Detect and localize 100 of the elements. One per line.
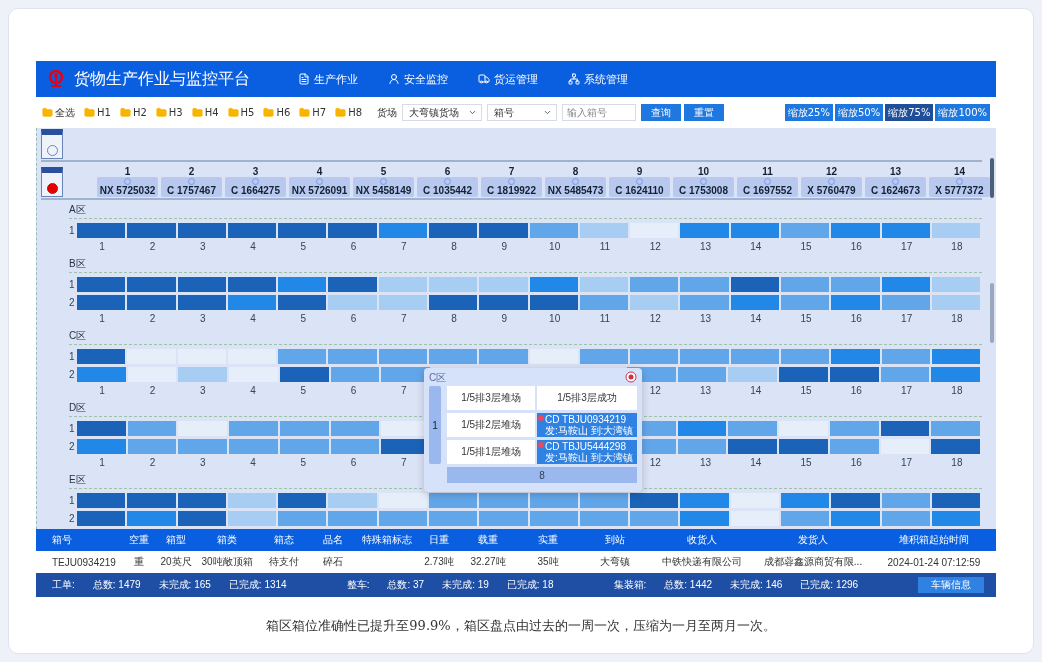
slot-cell[interactable]: [579, 511, 629, 526]
slot-cell[interactable]: [328, 511, 377, 526]
slot-cell[interactable]: [77, 223, 126, 238]
slot-cell[interactable]: [881, 511, 930, 526]
slot-cell[interactable]: [831, 511, 880, 526]
slot-cell[interactable]: [831, 277, 880, 292]
slot-cell[interactable]: [728, 367, 778, 382]
slot-cell[interactable]: [630, 493, 679, 508]
slot-cell[interactable]: [378, 295, 427, 310]
wagon-card[interactable]: NX 5726091: [289, 177, 350, 197]
slot-cell[interactable]: [780, 295, 830, 310]
slot-cell[interactable]: [931, 277, 981, 292]
slot-cell[interactable]: [881, 295, 930, 310]
slot-cell[interactable]: [780, 277, 830, 292]
slot-cell[interactable]: [831, 223, 880, 238]
action-button[interactable]: 重置: [684, 104, 725, 121]
slot-cell[interactable]: [680, 223, 729, 238]
slot-cell[interactable]: [227, 349, 277, 364]
slot-cell[interactable]: [880, 439, 930, 454]
slot-cell[interactable]: [677, 367, 727, 382]
slot-cell[interactable]: [428, 493, 478, 508]
slot-cell[interactable]: [630, 295, 679, 310]
slot-cell[interactable]: [630, 223, 679, 238]
slot-cell[interactable]: [479, 295, 528, 310]
slot-cell[interactable]: [77, 439, 126, 454]
slot-cell[interactable]: [77, 277, 126, 292]
slot-cell[interactable]: [279, 421, 329, 436]
slot-cell[interactable]: [378, 277, 427, 292]
slot-cell[interactable]: [479, 223, 528, 238]
folder-item[interactable]: H3: [155, 107, 183, 118]
slot-cell[interactable]: [127, 295, 176, 310]
slot-cell[interactable]: [428, 295, 478, 310]
slot-cell[interactable]: [428, 223, 478, 238]
slot-cell[interactable]: [428, 511, 478, 526]
folder-item[interactable]: 全选: [42, 105, 75, 120]
slot-cell[interactable]: [330, 439, 380, 454]
yard-select[interactable]: 大弯镇货场: [402, 104, 483, 121]
slot-cell[interactable]: [931, 511, 981, 526]
slot-cell[interactable]: [630, 277, 679, 292]
slot-cell[interactable]: [881, 277, 930, 292]
slot-cell[interactable]: [378, 223, 427, 238]
zoom-button[interactable]: 缩放75%: [885, 104, 934, 121]
slot-cell[interactable]: [178, 367, 228, 382]
slot-cell[interactable]: [677, 439, 727, 454]
wagon-card[interactable]: NX 5458149: [353, 177, 414, 197]
slot-cell[interactable]: [780, 223, 830, 238]
column-bar[interactable]: 1: [429, 386, 441, 464]
slot-cell[interactable]: [278, 511, 327, 526]
slot-cell[interactable]: [479, 493, 528, 508]
slot-cell[interactable]: [881, 349, 930, 364]
slot-cell[interactable]: [730, 295, 779, 310]
folder-item[interactable]: H4: [191, 107, 219, 118]
slot-cell[interactable]: [780, 493, 830, 508]
slot-cell[interactable]: [77, 421, 126, 436]
slot-cell[interactable]: [779, 367, 828, 382]
slot-cell[interactable]: [428, 277, 478, 292]
slot-cell[interactable]: [278, 493, 327, 508]
slot-cell[interactable]: [278, 349, 327, 364]
slot-cell[interactable]: [579, 223, 629, 238]
slot-cell[interactable]: [529, 277, 578, 292]
slot-cell[interactable]: [227, 493, 277, 508]
slot-cell[interactable]: [931, 367, 980, 382]
slot-cell[interactable]: [831, 493, 880, 508]
slot-cell[interactable]: [829, 439, 879, 454]
slot-cell[interactable]: [127, 511, 176, 526]
slot-cell[interactable]: [229, 439, 278, 454]
slot-cell[interactable]: [529, 223, 578, 238]
slot-cell[interactable]: [328, 223, 377, 238]
slot-cell[interactable]: [227, 277, 277, 292]
nav-item[interactable]: 系统管理: [568, 71, 628, 87]
slot-cell[interactable]: [630, 349, 679, 364]
slot-cell[interactable]: [229, 421, 278, 436]
wagon-card[interactable]: C 1757467: [161, 177, 222, 197]
slot-cell[interactable]: [177, 493, 226, 508]
slot-cell[interactable]: [829, 367, 879, 382]
slot-cell[interactable]: [728, 421, 778, 436]
scrollbar-thumb[interactable]: [990, 283, 994, 343]
slot-cell[interactable]: [680, 295, 729, 310]
slot-cell[interactable]: [579, 295, 629, 310]
close-icon[interactable]: [625, 371, 637, 383]
wagon-card[interactable]: C 1624110: [609, 177, 670, 197]
slot-cell[interactable]: [127, 223, 176, 238]
slot-cell[interactable]: [177, 295, 226, 310]
slot-cell[interactable]: [529, 493, 578, 508]
slot-cell[interactable]: [780, 511, 830, 526]
wagon-card[interactable]: C 1697552: [737, 177, 798, 197]
wagon-card[interactable]: C 1035442: [417, 177, 478, 197]
slot-cell[interactable]: [730, 277, 779, 292]
slot-cell[interactable]: [378, 493, 427, 508]
slot-cell[interactable]: [127, 493, 176, 508]
wagon-card[interactable]: NX 5485473: [545, 177, 606, 197]
slot-cell[interactable]: [279, 367, 329, 382]
slot-cell[interactable]: [178, 439, 228, 454]
slot-cell[interactable]: [278, 223, 327, 238]
slot-cell[interactable]: [381, 367, 431, 382]
slot-cell[interactable]: [279, 439, 329, 454]
slot-cell[interactable]: [529, 295, 578, 310]
slot-cell[interactable]: [479, 277, 528, 292]
wagon-card[interactable]: NX 5725032: [97, 177, 158, 197]
slot-cell[interactable]: [177, 223, 226, 238]
